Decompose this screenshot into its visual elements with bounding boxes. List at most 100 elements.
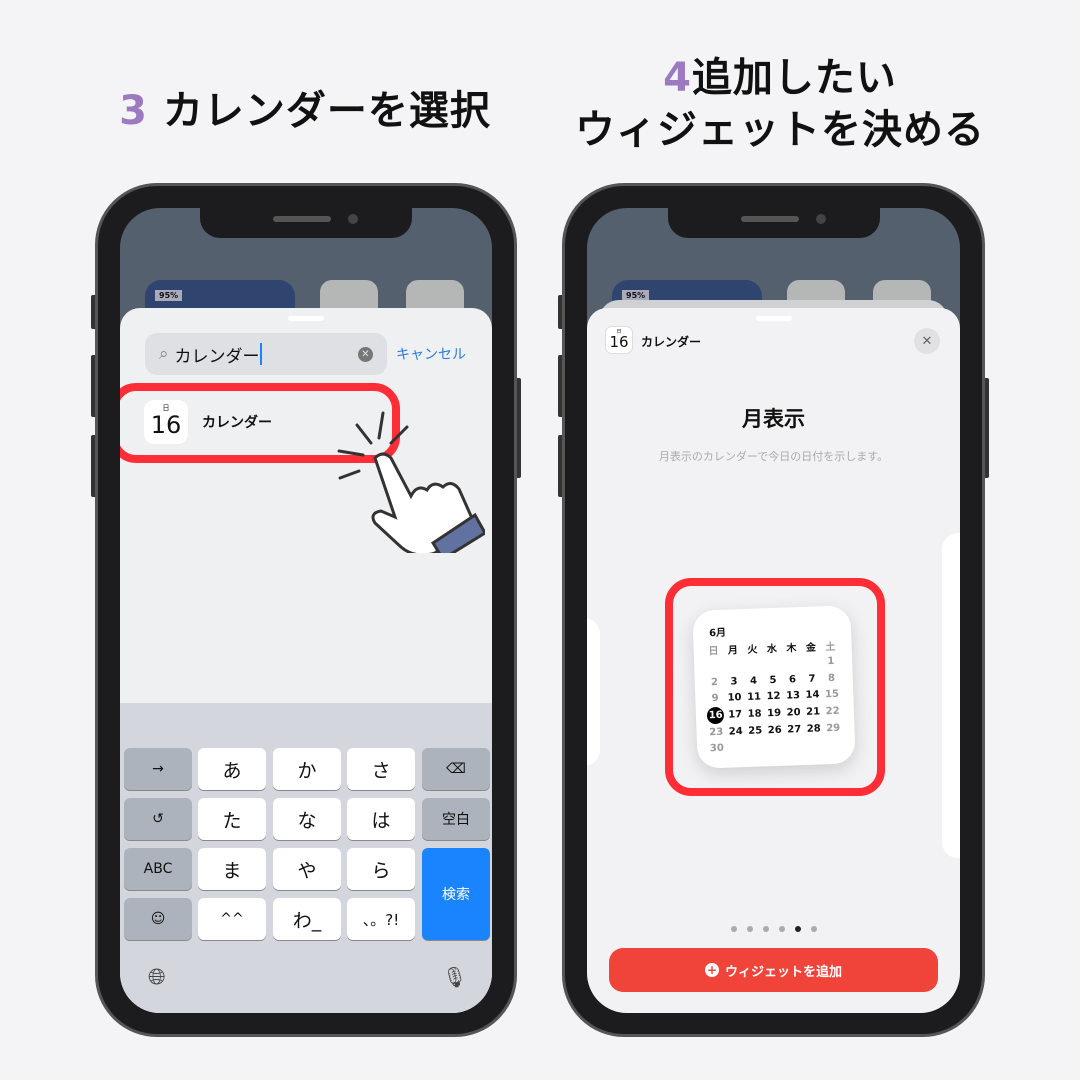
- calendar-app-icon: 日 16: [605, 326, 633, 354]
- mic-icon[interactable]: 🎙︎: [442, 965, 467, 989]
- calendar-day: 17: [728, 709, 743, 721]
- tap-hand-icon: [337, 411, 485, 553]
- key-ma[interactable]: ま: [198, 848, 266, 890]
- widget-description: 月表示のカレンダーで今日の日付を示します。: [658, 450, 889, 463]
- calendar-day: [723, 657, 743, 674]
- month-label: 6月: [708, 627, 727, 640]
- widget-search-sheet: ⌕ カレンダー ✕ キャンセル 日 16 カレンダー → あ か さ ⌫ ↺ た …: [120, 308, 492, 1013]
- calendar-day: 3: [730, 676, 738, 688]
- calendar-day: 23: [709, 726, 724, 739]
- widget-gallery-sheet: 日 16 カレンダー ✕ 月表示 月表示のカレンダーで今日の日付を示します。 6月…: [587, 308, 960, 1013]
- calendar-day: [762, 655, 782, 672]
- key-ta[interactable]: た: [198, 798, 266, 840]
- calendar-day: 8: [827, 672, 836, 684]
- calendar-day: 27: [787, 723, 802, 736]
- weekday-label: 日: [708, 645, 719, 658]
- page-dot[interactable]: [730, 926, 737, 932]
- key-ya[interactable]: や: [273, 848, 341, 890]
- calendar-app-icon: 日 16: [144, 400, 188, 444]
- add-widget-button[interactable]: + ウィジェットを追加: [609, 948, 938, 992]
- key-wa[interactable]: わ_: [273, 898, 341, 940]
- key-ka[interactable]: か: [273, 748, 341, 790]
- backspace-key[interactable]: ⌫: [422, 748, 490, 790]
- calendar-day: 12: [766, 691, 781, 703]
- right-phone: 95% 日 16 カレンダー ✕ 月表示 月表示のカレンダーで今日の日付を示します…: [562, 183, 985, 1037]
- calendar-day: [785, 737, 805, 754]
- key-punct[interactable]: 、。?!: [347, 898, 415, 940]
- calendar-day: 1: [827, 656, 835, 668]
- search-key[interactable]: 検索: [422, 848, 490, 940]
- calendar-day: 22: [825, 705, 840, 718]
- close-button[interactable]: ✕: [914, 328, 940, 354]
- calendar-day: 16: [706, 706, 726, 725]
- key-kaomoji[interactable]: ^^: [198, 898, 266, 940]
- calendar-day: 28: [806, 723, 821, 735]
- calendar-day: 7: [808, 673, 816, 685]
- key-a[interactable]: あ: [198, 748, 266, 790]
- calendar-day: [782, 655, 802, 672]
- app-name: カレンダー: [641, 335, 702, 349]
- emoji-key[interactable]: ☺: [124, 898, 192, 940]
- left-phone: 95% ⌕ カレンダー ✕ キャンセル 日 16 カレンダー → あ か さ ⌫ …: [95, 183, 517, 1037]
- calendar-day: 30: [709, 743, 725, 755]
- weekday-label: 水: [766, 643, 778, 655]
- abc-key[interactable]: ABC: [124, 848, 192, 890]
- month-calendar-widget[interactable]: 6月 日月火水木金土 1 2 3 4 5 6 7 8 9 10 11 12 13 14 15 16 17 18 19 2…: [692, 605, 856, 769]
- weekday-label: 火: [747, 644, 758, 656]
- page-dot[interactable]: [794, 926, 801, 932]
- page-dot[interactable]: [762, 926, 769, 932]
- weekday-label: 月: [727, 644, 739, 657]
- weekday-label: 金: [805, 642, 817, 654]
- key-na[interactable]: な: [273, 798, 341, 840]
- calendar-day: 10: [727, 692, 742, 704]
- plus-circle-icon: +: [704, 963, 719, 977]
- calendar-day: 18: [747, 708, 762, 720]
- result-label: カレンダー: [202, 415, 272, 431]
- calendar-day: 15: [824, 688, 840, 701]
- calendar-day: 4: [749, 675, 758, 687]
- calendar-day: 19: [767, 707, 782, 720]
- calendar-day: 24: [728, 725, 743, 738]
- key-next[interactable]: →: [124, 748, 192, 790]
- calendar-day: [743, 656, 763, 673]
- calendar-day: [801, 654, 821, 671]
- globe-icon[interactable]: 🌐︎: [148, 965, 166, 990]
- step4-heading: 4追加したい ウィジェットを決める: [575, 55, 985, 153]
- calendar-day: 26: [767, 724, 782, 736]
- calendar-day: 25: [748, 725, 763, 737]
- undo-key[interactable]: ↺: [124, 798, 192, 840]
- calendar-day: 5: [769, 674, 777, 686]
- keyboard: → あ か さ ⌫ ↺ た な は 空白 ABC ま や ら 検索 ☺ ^^ わ…: [120, 703, 492, 1013]
- calendar-day: 9: [711, 693, 719, 705]
- calendar-day: 20: [786, 707, 801, 719]
- page-dot[interactable]: [810, 926, 817, 932]
- sheet-grabber[interactable]: [288, 316, 324, 321]
- key-ha[interactable]: は: [347, 798, 415, 840]
- clear-icon[interactable]: ✕: [358, 346, 373, 362]
- page-indicator[interactable]: [587, 926, 960, 932]
- weekday-label: 木: [786, 642, 797, 655]
- space-key[interactable]: 空白: [422, 798, 490, 840]
- widget-title: 月表示: [742, 407, 805, 431]
- calendar-day: 11: [746, 691, 762, 704]
- page-dot[interactable]: [778, 926, 785, 932]
- calendar-day: [765, 738, 785, 755]
- calendar-grid: 日月火水木金土 1 2 3 4 5 6 7 8 9 10 11 12 13 14 15 16 17 18 19 20 21…: [703, 637, 843, 758]
- search-input[interactable]: ⌕ カレンダー ✕: [145, 333, 387, 375]
- step3-heading: 3 カレンダーを選択: [119, 88, 491, 134]
- calendar-day: 13: [785, 690, 801, 702]
- calendar-day: 6: [788, 673, 797, 686]
- key-sa[interactable]: さ: [347, 748, 415, 790]
- page-dot[interactable]: [746, 926, 753, 932]
- calendar-day: [804, 737, 824, 754]
- cancel-button[interactable]: キャンセル: [396, 344, 466, 364]
- calendar-day: 21: [805, 706, 821, 718]
- weekday-label: 土: [825, 641, 836, 653]
- search-icon: ⌕: [159, 344, 169, 364]
- key-ra[interactable]: ら: [347, 848, 415, 890]
- sheet-grabber[interactable]: [755, 316, 792, 321]
- calendar-day: 14: [805, 689, 820, 702]
- calendar-day: [824, 736, 844, 753]
- calendar-day: [726, 740, 746, 757]
- calendar-day: 29: [826, 722, 841, 734]
